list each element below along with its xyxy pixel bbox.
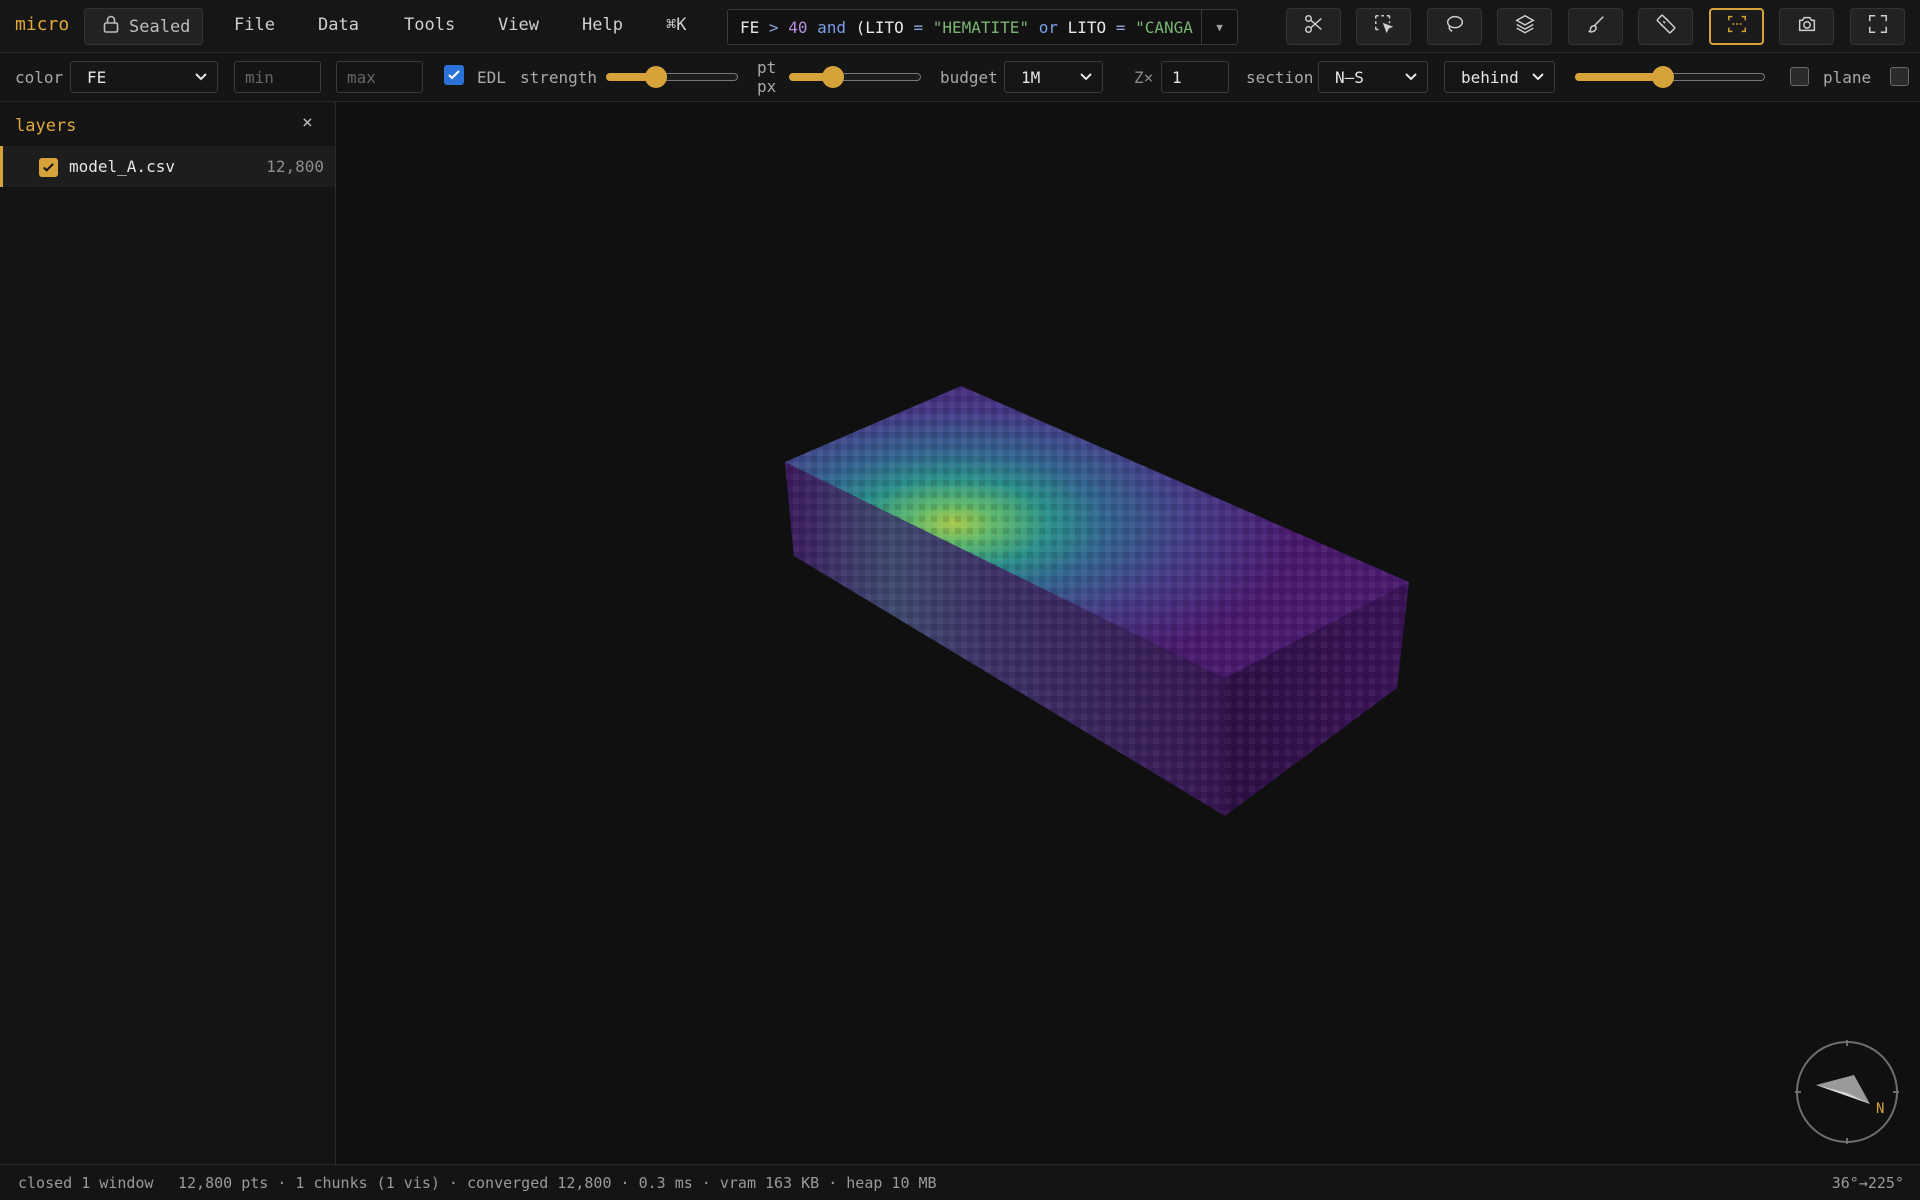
plane-label: plane <box>1823 68 1872 87</box>
section-direction-select[interactable]: N–S <box>1318 61 1428 93</box>
check-icon <box>43 163 54 172</box>
px-label: px <box>757 77 777 96</box>
compass-widget[interactable]: N <box>1792 1037 1902 1147</box>
frame-icon <box>1726 13 1748 40</box>
status-bar: closed 1 window 12,800 pts · 1 chunks (1… <box>0 1164 1920 1200</box>
layer-visibility-checkbox[interactable] <box>39 158 58 177</box>
color-attribute-value: FE <box>87 67 107 87</box>
min-input[interactable]: min <box>234 61 321 93</box>
measure-tool-button[interactable] <box>1638 8 1693 45</box>
box-select-icon <box>1373 13 1395 40</box>
query-history-dropdown[interactable]: ▼ <box>1201 10 1237 44</box>
section-direction-value: N–S <box>1335 67 1364 87</box>
fullscreen-button[interactable] <box>1850 8 1905 45</box>
camera-angle-readout: 36°→225° <box>1831 1174 1904 1192</box>
point-size-slider[interactable] <box>789 66 921 88</box>
layers-panel-title: layers <box>15 116 77 136</box>
fullscreen-icon <box>1867 13 1889 40</box>
layer-item[interactable]: model_A.csv 12,800 <box>0 146 335 187</box>
sealed-button[interactable]: Sealed <box>84 8 203 45</box>
menu-tools[interactable]: Tools <box>404 15 455 35</box>
3d-viewport[interactable]: N <box>337 102 1920 1164</box>
camera-icon <box>1796 13 1818 40</box>
menu-bar: micro Sealed File Data Tools View Help ⌘… <box>0 0 1920 53</box>
brush-icon <box>1585 13 1607 40</box>
command-palette-shortcut[interactable]: ⌘K <box>666 15 686 35</box>
layer-name: model_A.csv <box>69 157 175 176</box>
plane-checkbox[interactable] <box>1790 67 1809 86</box>
brush-tool-button[interactable] <box>1568 8 1623 45</box>
menu-data[interactable]: Data <box>318 15 359 35</box>
filter-query-text[interactable]: FE > 40 and (LITO = "HEMATITE" or LITO =… <box>728 18 1201 37</box>
slider-handle[interactable] <box>822 66 844 88</box>
cut-tool-button[interactable] <box>1286 8 1341 45</box>
section-mode-select[interactable]: behind <box>1444 61 1555 93</box>
frame-tool-button[interactable] <box>1709 8 1764 45</box>
close-icon[interactable]: × <box>302 112 313 133</box>
scissors-icon <box>1303 13 1325 40</box>
max-input[interactable]: max <box>336 61 423 93</box>
z-exaggeration-input[interactable]: 1 <box>1161 61 1229 93</box>
chevron-down-icon <box>1080 73 1092 81</box>
budget-label: budget <box>940 68 998 87</box>
edl-checkbox[interactable] <box>444 65 464 85</box>
pt-label: pt <box>757 58 777 77</box>
block-model-render <box>785 386 1409 816</box>
chevron-down-icon <box>1532 73 1544 81</box>
slider-handle[interactable] <box>644 66 667 88</box>
status-message: closed 1 window <box>18 1174 154 1192</box>
color-label: color <box>15 68 64 87</box>
app-brand: micro <box>15 14 70 35</box>
layers-icon <box>1514 13 1536 40</box>
compass-needle-icon <box>1816 1075 1870 1104</box>
section-label: section <box>1246 68 1314 87</box>
lasso-tool-button[interactable] <box>1427 8 1482 45</box>
strength-label: strength <box>520 68 598 87</box>
menu-view[interactable]: View <box>498 15 539 35</box>
layer-point-count: 12,800 <box>266 157 324 176</box>
compass-north-label: N <box>1876 1101 1884 1117</box>
chevron-down-icon <box>1405 73 1417 81</box>
point-budget-select[interactable]: 1M <box>1004 61 1103 93</box>
extra-checkbox[interactable] <box>1890 67 1909 86</box>
sealed-label: Sealed <box>129 16 191 37</box>
screenshot-button[interactable] <box>1779 8 1834 45</box>
edl-strength-slider[interactable] <box>606 66 738 88</box>
filter-query-input[interactable]: FE > 40 and (LITO = "HEMATITE" or LITO =… <box>727 9 1238 45</box>
menu-file[interactable]: File <box>234 15 275 35</box>
lock-icon <box>101 14 121 39</box>
box-select-tool-button[interactable] <box>1356 8 1411 45</box>
caret-down-icon: ▼ <box>1216 20 1223 34</box>
chevron-down-icon <box>195 73 207 81</box>
z-exaggeration-label: Z× <box>1134 68 1154 87</box>
section-mode-value: behind <box>1461 67 1519 87</box>
color-attribute-select[interactable]: FE <box>70 61 218 93</box>
edl-label: EDL <box>477 68 506 87</box>
check-icon <box>448 70 460 80</box>
section-position-slider[interactable] <box>1575 66 1765 88</box>
view-toolbar: color FE min max EDL strength pt px budg… <box>0 53 1920 102</box>
layers-panel: layers × model_A.csv 12,800 <box>0 102 336 1164</box>
ruler-icon <box>1655 13 1677 40</box>
render-stats: 12,800 pts · 1 chunks (1 vis) · converge… <box>178 1174 937 1192</box>
layers-tool-button[interactable] <box>1497 8 1552 45</box>
menu-help[interactable]: Help <box>582 15 623 35</box>
point-budget-value: 1M <box>1021 67 1041 87</box>
slider-handle[interactable] <box>1652 66 1675 88</box>
lasso-icon <box>1444 13 1466 40</box>
